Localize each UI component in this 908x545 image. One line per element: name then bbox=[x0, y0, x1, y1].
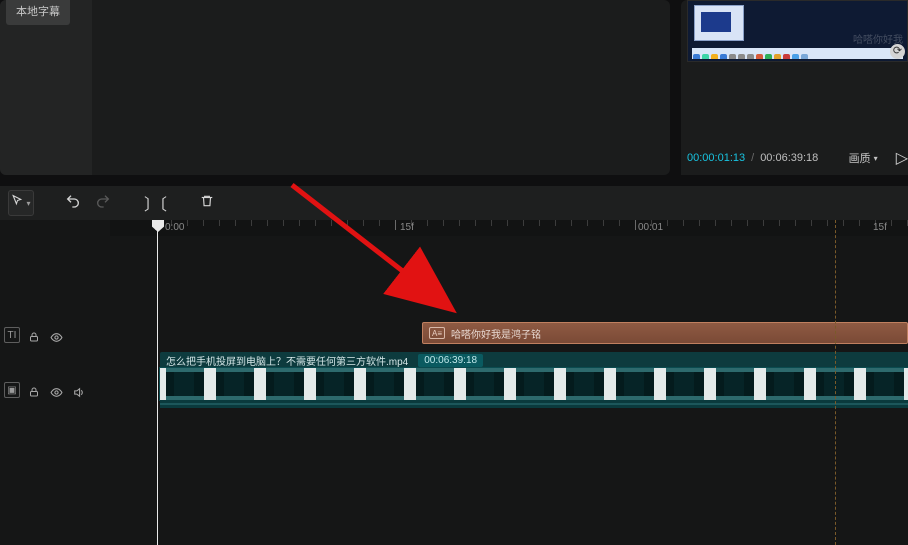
preview-panel: + 哈嗒你好我 ⟳ 00:00:01:13 / 00:06:39:18 画质 ▾… bbox=[681, 0, 908, 175]
timeline-toolbar: ▾ 〕〔 bbox=[0, 186, 908, 220]
lock-icon[interactable] bbox=[26, 329, 42, 345]
ruler-label: 15f bbox=[873, 222, 887, 233]
video-track-controls bbox=[26, 382, 86, 402]
lock-icon[interactable] bbox=[26, 384, 42, 400]
local-subtitle-chip[interactable]: 本地字幕 bbox=[6, 0, 70, 25]
preview-viewport[interactable]: + 哈嗒你好我 ⟳ bbox=[687, 0, 908, 62]
redo-button[interactable] bbox=[90, 190, 116, 216]
speaker-icon[interactable] bbox=[70, 384, 86, 400]
top-panel-area: 本地字幕 + 哈嗒你好我 ⟳ 00:00:01:13 / 00:06:39:18… bbox=[0, 0, 908, 180]
text-track-type-icon: TI bbox=[4, 327, 20, 343]
current-time: 00:00:01:13 bbox=[687, 152, 745, 164]
video-duration-badge: 00:06:39:18 bbox=[418, 354, 483, 367]
video-track-type-icon: ▣ bbox=[4, 382, 20, 398]
video-filename: 怎么把手机投屏到电脑上？不需要任何第三方软件.mp4 bbox=[166, 353, 408, 368]
preview-dock-icons bbox=[692, 48, 903, 59]
caption-text: 哈嗒你好我是鸿子铭 bbox=[451, 326, 541, 341]
timeline-ruler[interactable]: 0:00 15f 00:01 15f bbox=[110, 220, 908, 236]
split-tool[interactable]: 〕〔 bbox=[142, 190, 168, 216]
text-track-controls bbox=[26, 327, 64, 347]
quality-label: 画质 bbox=[849, 150, 871, 166]
ruler-label: 0:00 bbox=[165, 222, 184, 233]
video-clip-header[interactable]: 怎么把手机投屏到电脑上？不需要任何第三方软件.mp4 00:06:39:18 bbox=[160, 352, 908, 368]
quality-selector[interactable]: 画质 ▾ bbox=[849, 150, 878, 166]
ruler-label: 15f bbox=[400, 222, 414, 233]
trash-icon bbox=[200, 194, 214, 213]
undo-button[interactable] bbox=[60, 190, 86, 216]
secondary-marker[interactable] bbox=[835, 220, 836, 545]
cursor-icon bbox=[11, 194, 24, 212]
refresh-icon[interactable]: ⟳ bbox=[890, 44, 905, 59]
split-icon: 〕〔 bbox=[144, 191, 166, 215]
selection-tool[interactable]: ▾ bbox=[8, 190, 34, 216]
chevron-down-icon: ▾ bbox=[26, 199, 30, 208]
preview-window-thumb bbox=[694, 5, 744, 41]
undo-icon bbox=[65, 193, 81, 214]
audio-waveform[interactable] bbox=[160, 400, 908, 408]
total-duration: 00:06:39:18 bbox=[760, 152, 818, 164]
preview-playbar: 00:00:01:13 / 00:06:39:18 画质 ▾ ▷ bbox=[687, 148, 908, 168]
assets-side-column: 本地字幕 bbox=[0, 0, 92, 175]
timeline-tracks[interactable]: A≡ 哈嗒你好我是鸿子铭 怎么把手机投屏到电脑上？不需要任何第三方软件.mp4 … bbox=[110, 236, 908, 545]
ruler-label: 00:01 bbox=[638, 222, 663, 233]
chevron-down-icon: ▾ bbox=[874, 154, 878, 163]
play-button[interactable]: ▷ bbox=[896, 148, 908, 168]
delete-tool[interactable] bbox=[194, 190, 220, 216]
time-separator: / bbox=[751, 152, 754, 164]
track-header-column: TI ▣ bbox=[0, 220, 110, 545]
redo-icon bbox=[95, 193, 111, 214]
video-clip[interactable] bbox=[160, 368, 908, 400]
eye-icon[interactable] bbox=[48, 329, 64, 345]
caption-type-badge: A≡ bbox=[429, 327, 445, 339]
playhead[interactable] bbox=[157, 220, 158, 545]
eye-icon[interactable] bbox=[48, 384, 64, 400]
assets-panel: 本地字幕 bbox=[0, 0, 670, 175]
